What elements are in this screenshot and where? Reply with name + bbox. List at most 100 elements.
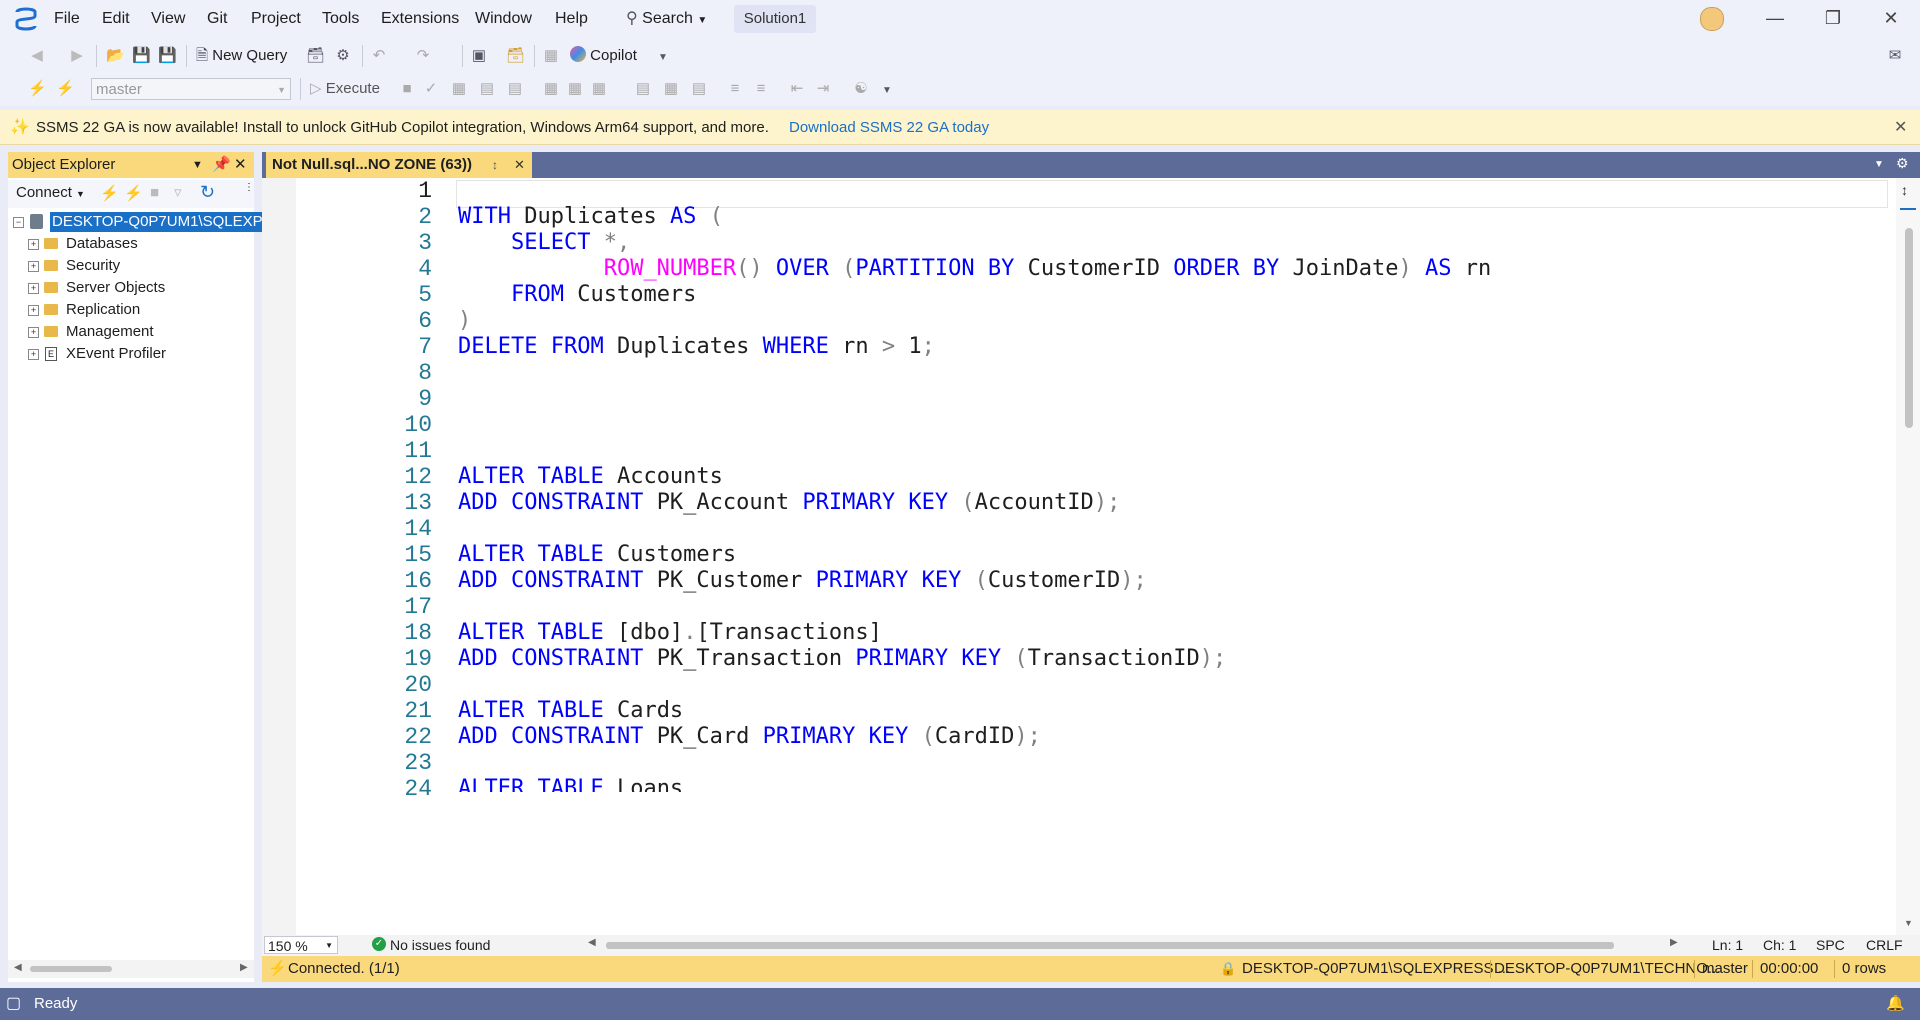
gear-icon[interactable]: ⚙: [1896, 155, 1909, 172]
expand-icon[interactable]: +: [28, 305, 39, 316]
line-ending-indicator[interactable]: CRLF: [1866, 937, 1903, 953]
new-query-button[interactable]: 🗎 New Query: [196, 45, 287, 67]
save-all-icon[interactable]: 💾: [158, 47, 177, 65]
document-tab[interactable]: Not Null.sql...NO ZONE (63)) ↕ ✕: [266, 152, 532, 178]
code-editor[interactable]: 1 2 3 4 5 6 7 8 9 10 11 12 13 14 15 16 1…: [262, 178, 1896, 935]
menu-git[interactable]: Git: [207, 10, 227, 28]
menu-view[interactable]: View: [151, 10, 185, 28]
overflow-icon[interactable]: ⋮: [244, 182, 254, 193]
tree-item-server-objects[interactable]: + Server Objects: [8, 277, 254, 299]
restore-icon[interactable]: ❐: [1818, 8, 1848, 34]
zoom-select[interactable]: 150 % ▼: [264, 936, 338, 954]
cancel-query-icon[interactable]: ■: [398, 80, 416, 98]
actual-plan-icon[interactable]: ▦: [542, 80, 560, 98]
decrease-indent-icon[interactable]: ⇤: [788, 80, 806, 98]
expand-icon[interactable]: +: [28, 327, 39, 338]
notification-icon[interactable]: 🔔: [1886, 988, 1905, 1020]
minimize-icon[interactable]: —: [1760, 8, 1790, 34]
activity-monitor-icon[interactable]: ▣: [470, 47, 488, 65]
estimated-plan-icon[interactable]: ▦: [450, 80, 468, 98]
open-folder-icon[interactable]: 📂: [106, 47, 125, 65]
scroll-left-icon[interactable]: ◀: [588, 937, 596, 948]
close-icon[interactable]: ✕: [514, 152, 525, 178]
refresh-icon[interactable]: ↻: [200, 182, 215, 203]
tree-item-security[interactable]: + Security: [8, 255, 254, 277]
expand-icon[interactable]: +: [28, 261, 39, 272]
vertical-scrollbar[interactable]: ↕ ▼: [1896, 178, 1920, 935]
toolbar-overflow-icon[interactable]: ▼: [654, 49, 672, 67]
tree-item-management[interactable]: + Management: [8, 321, 254, 343]
menu-edit[interactable]: Edit: [102, 10, 130, 28]
menu-tools[interactable]: Tools: [322, 10, 359, 28]
scroll-left-icon[interactable]: ◀: [14, 962, 22, 973]
properties-icon[interactable]: 🗃: [506, 47, 525, 65]
template-icon[interactable]: ▦: [542, 47, 560, 65]
forward-icon[interactable]: ▶: [68, 47, 86, 65]
scroll-down-icon[interactable]: ▼: [1904, 918, 1913, 928]
whitespace-indicator[interactable]: SPC: [1816, 937, 1845, 953]
collapse-icon[interactable]: −: [13, 217, 24, 228]
chevron-down-icon[interactable]: ▼: [192, 152, 203, 178]
connect-icon[interactable]: ⚡: [100, 184, 119, 202]
back-icon[interactable]: ◀: [28, 47, 46, 65]
filter-icon[interactable]: ▿: [174, 183, 182, 201]
close-window-icon[interactable]: ✕: [1876, 8, 1906, 34]
tree-item-xevent-profiler[interactable]: + E XEvent Profiler: [8, 343, 254, 365]
analysis-query-icon[interactable]: ⚙: [334, 47, 352, 65]
expand-icon[interactable]: +: [28, 349, 39, 360]
menu-project[interactable]: Project: [251, 10, 301, 28]
intellisense-icon[interactable]: ▤: [506, 80, 524, 98]
specify-values-icon[interactable]: ☯: [852, 80, 870, 98]
database-query-icon[interactable]: 🗃: [306, 47, 325, 65]
connect-dropdown[interactable]: Connect ▼: [16, 184, 85, 201]
disconnect-icon[interactable]: ⚡: [124, 184, 143, 202]
undo-icon[interactable]: ↶: [370, 47, 388, 65]
parse-icon[interactable]: ✓: [422, 80, 440, 98]
expand-icon[interactable]: +: [28, 239, 39, 250]
scroll-right-icon[interactable]: ▶: [1670, 937, 1678, 948]
connect-icon[interactable]: ⚡: [28, 80, 47, 98]
toolbar-overflow-icon[interactable]: ▼: [878, 82, 896, 100]
menu-file[interactable]: File: [54, 10, 80, 28]
expand-icon[interactable]: +: [28, 283, 39, 294]
live-stats-icon[interactable]: ▦: [566, 80, 584, 98]
pin-icon[interactable]: 📌: [212, 152, 231, 178]
query-designer-icon[interactable]: ▤: [478, 80, 496, 98]
database-select[interactable]: master ▼: [91, 78, 291, 100]
uncomment-icon[interactable]: ≡: [752, 80, 770, 98]
stop-icon[interactable]: ■: [150, 184, 159, 201]
save-icon[interactable]: 💾: [132, 47, 151, 65]
lock-icon: 🔒: [1220, 961, 1237, 976]
comment-icon[interactable]: ≡: [726, 80, 744, 98]
execute-button[interactable]: ▷ Execute: [310, 78, 380, 100]
close-icon[interactable]: ✕: [234, 152, 247, 178]
avatar[interactable]: [1700, 7, 1724, 31]
horizontal-scroll-thumb[interactable]: [606, 942, 1614, 949]
scroll-thumb[interactable]: [30, 966, 112, 972]
scroll-thumb[interactable]: [1905, 228, 1913, 428]
download-link[interactable]: Download SSMS 22 GA today: [789, 119, 989, 136]
results-file-icon[interactable]: ▤: [690, 80, 708, 98]
copilot-button[interactable]: Copilot: [570, 45, 637, 67]
tree-server-node[interactable]: − DESKTOP-Q0P7UM1\SQLEXPRESS: [8, 211, 262, 233]
menu-help[interactable]: Help: [555, 10, 588, 28]
feedback-icon[interactable]: ✉: [1886, 47, 1904, 65]
search-button[interactable]: ⚲ Search ▼: [626, 8, 707, 28]
tree-item-databases[interactable]: + Databases: [8, 233, 254, 255]
tree-item-replication[interactable]: + Replication: [8, 299, 254, 321]
scroll-right-icon[interactable]: ▶: [240, 962, 248, 973]
results-grid-icon[interactable]: ▦: [662, 80, 680, 98]
disconnect-icon[interactable]: ⚡: [56, 80, 75, 98]
issues-status[interactable]: No issues found: [390, 937, 490, 953]
menu-window[interactable]: Window: [475, 10, 532, 28]
split-icon[interactable]: ↕: [1901, 182, 1908, 198]
results-text-icon[interactable]: ▤: [634, 80, 652, 98]
chevron-down-icon[interactable]: ▼: [1874, 159, 1884, 170]
horizontal-scrollbar[interactable]: ◀ ▶: [8, 960, 254, 978]
client-stats-icon[interactable]: ▦: [590, 80, 608, 98]
pin-icon[interactable]: ↕: [492, 152, 498, 178]
increase-indent-icon[interactable]: ⇥: [814, 80, 832, 98]
redo-icon[interactable]: ↷: [414, 47, 432, 65]
menu-extensions[interactable]: Extensions: [381, 10, 459, 28]
close-icon[interactable]: ✕: [1894, 117, 1907, 137]
